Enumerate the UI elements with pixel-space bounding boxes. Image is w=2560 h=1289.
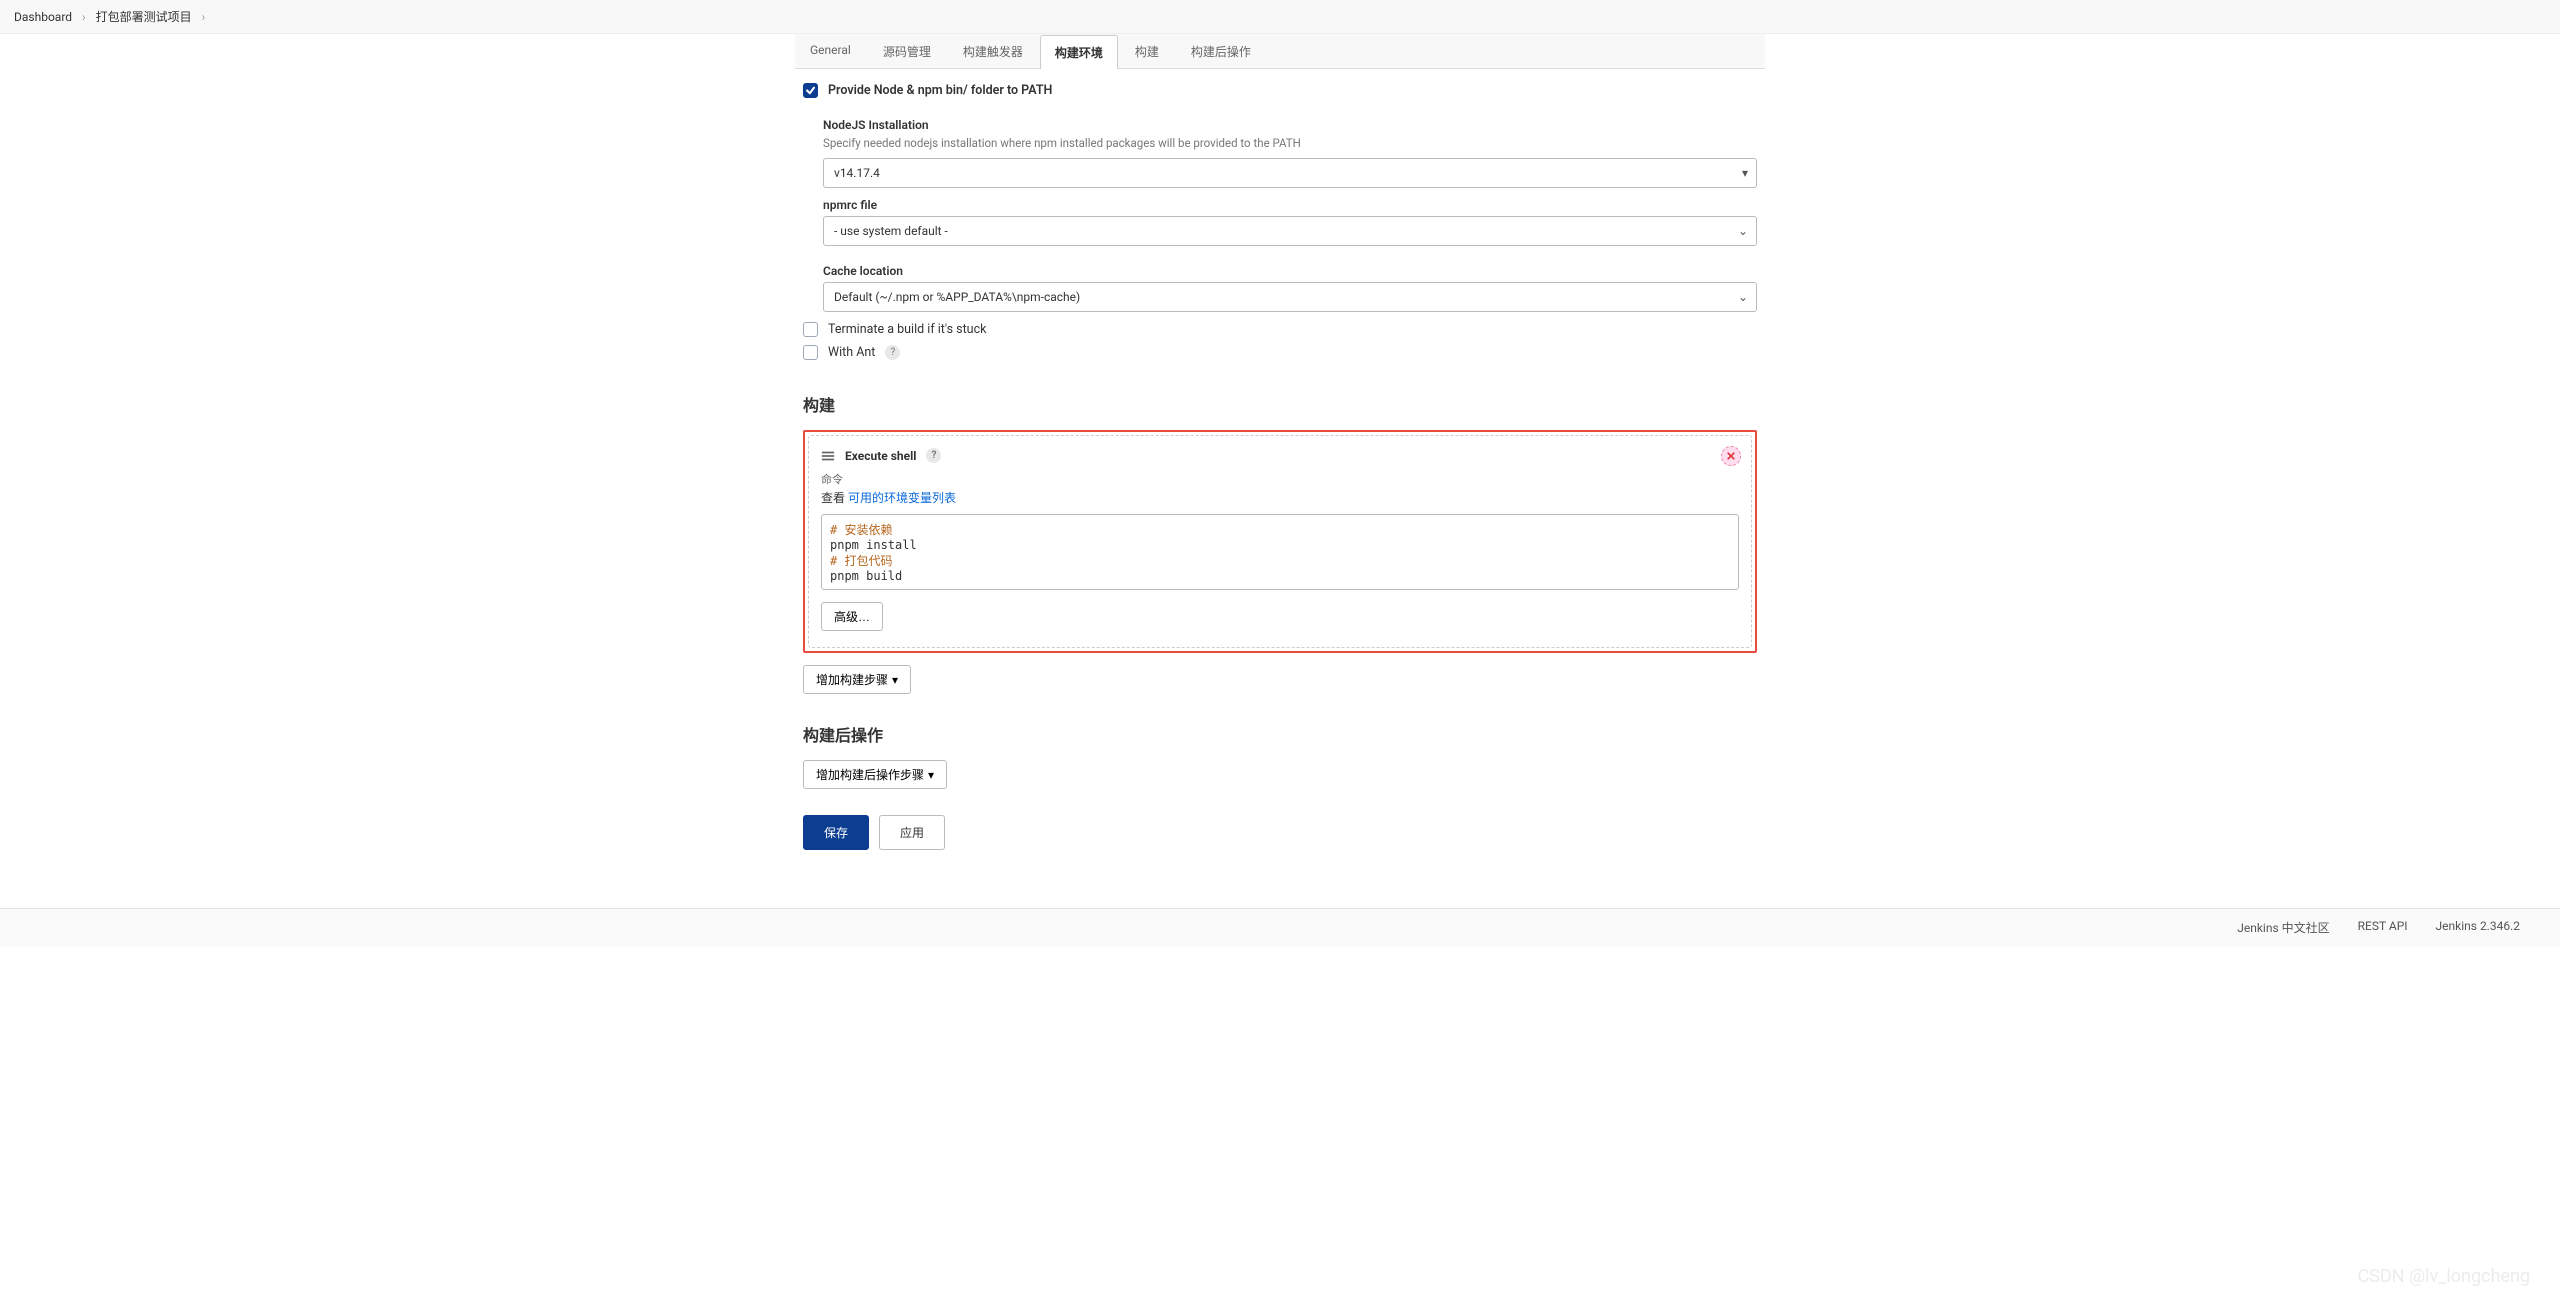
with-ant-checkbox[interactable] (803, 345, 818, 360)
footer-link-community[interactable]: Jenkins 中文社区 (2237, 919, 2329, 936)
watermark: CSDN @lv_longcheng (2357, 1266, 2530, 1287)
tab-triggers[interactable]: 构建触发器 (948, 34, 1038, 68)
breadcrumb-item-project[interactable]: 打包部署测试项目 (96, 8, 192, 25)
help-icon[interactable]: ? (926, 448, 941, 463)
page-footer: Jenkins 中文社区 REST API Jenkins 2.346.2 (0, 908, 2560, 946)
save-button[interactable]: 保存 (803, 815, 869, 850)
nodejs-install-select[interactable]: v14.17.4 ▾ (823, 158, 1757, 188)
nodejs-install-label: NodeJS Installation (823, 118, 1757, 132)
nodejs-install-desc: Specify needed nodejs installation where… (823, 136, 1757, 150)
breadcrumb-separator: › (82, 10, 86, 24)
tab-general[interactable]: General (795, 34, 866, 68)
build-section-title: 构建 (803, 392, 1757, 416)
footer-link-rest-api[interactable]: REST API (2358, 919, 2408, 936)
terminate-label: Terminate a build if it's stuck (828, 322, 986, 337)
command-label: 命令 (821, 471, 1739, 487)
tab-env[interactable]: 构建环境 (1040, 35, 1118, 69)
with-ant-label: With Ant (828, 345, 875, 360)
help-icon[interactable]: ? (885, 345, 900, 360)
advanced-button[interactable]: 高级… (821, 602, 883, 631)
tab-build[interactable]: 构建 (1120, 34, 1174, 68)
caret-down-icon: ▾ (892, 673, 898, 687)
add-post-build-step-button[interactable]: 增加构建后操作步骤 ▾ (803, 760, 947, 789)
breadcrumb: Dashboard › 打包部署测试项目 › (0, 0, 2560, 34)
highlight-box: Execute shell ? 命令 查看 可用的环境变量列表 # 安装依赖 p… (803, 430, 1757, 653)
npmrc-value: - use system default - (834, 224, 948, 238)
chevron-down-icon: ⌄ (1738, 290, 1748, 304)
step-title: Execute shell (845, 449, 916, 463)
tab-post[interactable]: 构建后操作 (1176, 34, 1266, 68)
breadcrumb-separator: › (202, 10, 206, 24)
caret-down-icon: ▾ (928, 768, 934, 782)
delete-step-button[interactable] (1721, 446, 1741, 466)
build-step-execute-shell: Execute shell ? 命令 查看 可用的环境变量列表 # 安装依赖 p… (808, 435, 1752, 648)
tab-scm[interactable]: 源码管理 (868, 34, 946, 68)
breadcrumb-item-dashboard[interactable]: Dashboard (14, 10, 72, 24)
footer-link-version[interactable]: Jenkins 2.346.2 (2436, 919, 2520, 936)
post-section-title: 构建后操作 (803, 722, 1757, 746)
apply-button[interactable]: 应用 (879, 815, 945, 850)
drag-handle-icon[interactable] (821, 449, 835, 463)
provide-node-label: Provide Node & npm bin/ folder to PATH (828, 83, 1052, 98)
cache-value: Default (~/.npm or %APP_DATA%\npm-cache) (834, 290, 1080, 304)
env-vars-link[interactable]: 可用的环境变量列表 (848, 491, 956, 505)
chevron-down-icon: ▾ (1742, 166, 1748, 180)
cache-select[interactable]: Default (~/.npm or %APP_DATA%\npm-cache)… (823, 282, 1757, 312)
cache-label: Cache location (823, 264, 1757, 278)
config-tabs: General 源码管理 构建触发器 构建环境 构建 构建后操作 (795, 34, 1765, 69)
add-build-step-button[interactable]: 增加构建步骤 ▾ (803, 665, 911, 694)
chevron-down-icon: ⌄ (1738, 224, 1748, 238)
see-text: 查看 (821, 491, 848, 505)
npmrc-select[interactable]: - use system default - ⌄ (823, 216, 1757, 246)
nodejs-install-value: v14.17.4 (834, 166, 880, 180)
provide-node-checkbox[interactable] (803, 83, 818, 98)
shell-command-input[interactable]: # 安装依赖 pnpm install # 打包代码 pnpm build (821, 514, 1739, 590)
terminate-checkbox[interactable] (803, 322, 818, 337)
npmrc-label: npmrc file (823, 198, 1757, 212)
